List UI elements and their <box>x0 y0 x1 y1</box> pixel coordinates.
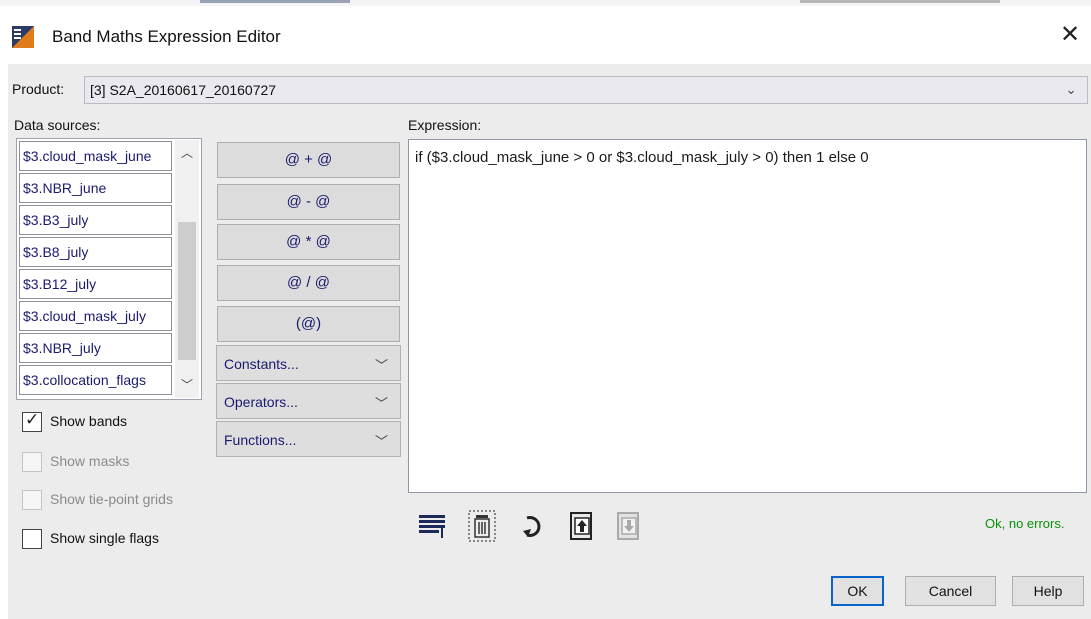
expression-textarea[interactable]: if ($3.cloud_mask_june > 0 or $3.cloud_m… <box>408 139 1087 493</box>
expression-text: if ($3.cloud_mask_june > 0 or $3.cloud_m… <box>415 149 869 166</box>
history-icon[interactable] <box>518 509 548 543</box>
chevron-down-icon: ﹀ <box>374 396 388 411</box>
edit-expression-icon[interactable] <box>418 509 448 543</box>
data-source-item[interactable]: $3.NBR_june <box>19 173 172 203</box>
show-tie-point-grids-label: Show tie-point grids <box>50 491 173 507</box>
validation-status: Ok, no errors. <box>985 516 1065 531</box>
data-sources-label: Data sources: <box>14 117 101 133</box>
data-source-item[interactable]: $3.cloud_mask_july <box>19 301 172 331</box>
show-bands-label: Show bands <box>50 413 128 429</box>
window-title: Band Maths Expression Editor <box>52 27 281 46</box>
cancel-button[interactable]: Cancel <box>905 576 996 606</box>
divide-operator-button[interactable]: @ / @ <box>217 265 400 301</box>
scrollbar-thumb[interactable] <box>178 222 196 360</box>
scroll-down-icon[interactable]: ﹀ <box>175 374 199 396</box>
constants-label: Constants... <box>224 356 299 372</box>
checkbox-box <box>22 490 42 510</box>
background-window-fragment <box>200 0 350 3</box>
export-icon <box>617 512 639 540</box>
data-source-item[interactable]: $3.B8_july <box>19 237 172 267</box>
show-single-flags-label: Show single flags <box>50 530 159 546</box>
chevron-down-icon: ⌄ <box>1065 81 1077 97</box>
data-source-item[interactable]: $3.B12_july <box>19 269 172 299</box>
checkbox-box <box>22 452 42 472</box>
checkmark-icon: ✓ <box>25 410 40 430</box>
data-source-item[interactable]: $3.B3_july <box>19 205 172 235</box>
scroll-up-icon[interactable]: ︿ <box>175 142 199 164</box>
close-icon[interactable]: ✕ <box>1057 20 1083 48</box>
data-source-item[interactable]: $3.collocation_flags <box>19 365 172 395</box>
product-value: [3] S2A_20160617_20160727 <box>90 82 277 98</box>
chevron-down-icon: ﹀ <box>374 358 388 373</box>
background-window-fragment <box>800 0 1000 3</box>
constants-dropdown[interactable]: Constants... ﹀ <box>216 345 401 381</box>
operators-dropdown[interactable]: Operators... ﹀ <box>216 383 401 419</box>
delete-icon[interactable] <box>467 509 497 543</box>
parentheses-button[interactable]: (@) <box>217 306 400 342</box>
product-select[interactable]: [3] S2A_20160617_20160727 ⌄ <box>84 76 1088 104</box>
title-bar[interactable]: Band Maths Expression Editor ✕ <box>0 6 1091 64</box>
import-icon[interactable] <box>567 509 597 543</box>
help-button[interactable]: Help <box>1012 576 1084 606</box>
expression-label: Expression: <box>408 117 482 133</box>
show-masks-label: Show masks <box>50 453 130 469</box>
checkbox-box[interactable]: ✓ <box>22 410 42 432</box>
chevron-down-icon: ﹀ <box>374 434 388 449</box>
functions-label: Functions... <box>224 432 297 448</box>
checkbox-box[interactable] <box>22 529 42 549</box>
product-label: Product: <box>12 81 65 97</box>
subtract-operator-button[interactable]: @ - @ <box>217 184 400 220</box>
functions-dropdown[interactable]: Functions... ﹀ <box>216 421 401 457</box>
data-sources-scrollbar[interactable]: ︿ ﹀ <box>175 140 199 398</box>
data-source-item[interactable]: $3.NBR_july <box>19 333 172 363</box>
add-operator-button[interactable]: @ + @ <box>217 142 400 178</box>
multiply-operator-button[interactable]: @ * @ <box>217 224 400 260</box>
ok-button[interactable]: OK <box>831 576 884 606</box>
data-source-item[interactable]: $3.cloud_mask_june <box>19 141 172 171</box>
snap-app-icon <box>12 26 34 48</box>
operators-label: Operators... <box>224 394 298 410</box>
